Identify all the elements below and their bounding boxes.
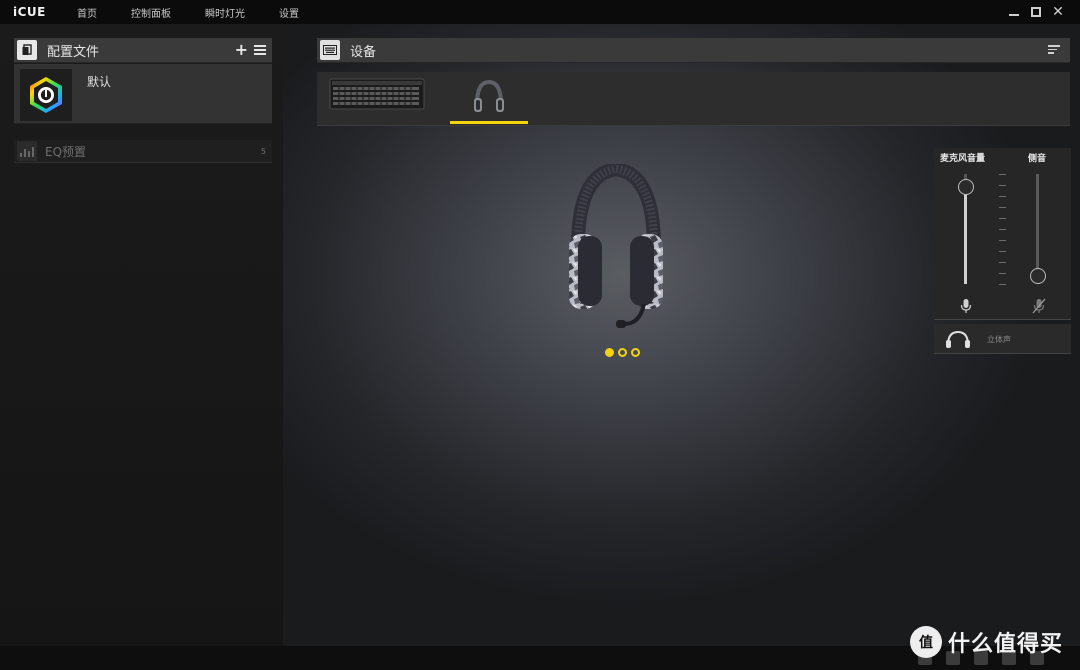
device-tabs (317, 72, 1070, 126)
profile-name: 默认 (87, 75, 112, 89)
stereo-mode-row[interactable]: 立体声 (934, 324, 1071, 354)
app-logo: iCUE (13, 5, 46, 19)
title-bar: iCUE 首页 控制面板 瞬时灯光 设置 ✕ (0, 0, 1080, 24)
mic-volume-ticks (999, 174, 1007, 286)
maximize-icon[interactable] (1030, 6, 1042, 18)
devices-header: 设备 (317, 38, 1070, 63)
mic-volume-slider-thumb[interactable] (958, 179, 974, 196)
nav-item-dashboard[interactable]: 控制面板 (131, 5, 171, 20)
headset-device-image (566, 161, 666, 334)
close-icon[interactable]: ✕ (1052, 5, 1064, 19)
device-tab-keyboard[interactable] (329, 77, 425, 111)
profiles-header: 配置文件 + (14, 38, 272, 63)
plus-icon[interactable]: + (235, 40, 248, 60)
headset-icon (474, 79, 504, 112)
sidetone-slider[interactable] (1036, 174, 1039, 274)
watermark: 值 什么值得买 (910, 626, 1063, 658)
watermark-badge-icon: 值 (910, 626, 942, 658)
mic-volume-tick (999, 229, 1006, 230)
mic-volume-tick (999, 207, 1006, 208)
equalizer-icon (17, 141, 37, 161)
window-controls: ✕ (1008, 0, 1064, 24)
mic-volume-fill (964, 187, 967, 284)
mic-volume-tick (999, 185, 1006, 186)
profiles-title: 配置文件 (47, 44, 100, 60)
eq-presets-label: EQ预置 (45, 144, 87, 159)
mic-volume-tick (999, 273, 1006, 274)
headphones-icon (944, 329, 972, 349)
stereo-label: 立体声 (987, 335, 1011, 344)
profile-files-icon (17, 40, 37, 60)
mic-volume-tick (999, 196, 1006, 197)
devices-panel: 设备 麦克风音量 侧音 立体声 (283, 24, 1080, 646)
mic-volume-tick (999, 262, 1006, 263)
nav-item-settings[interactable]: 设置 (279, 5, 299, 20)
audio-controls-panel: 麦克风音量 侧音 (934, 148, 1071, 320)
mic-volume-tick (999, 174, 1006, 175)
mic-volume-tick (999, 284, 1006, 285)
mic-volume-label: 麦克风音量 (940, 154, 986, 164)
microphone-muted-icon[interactable] (1032, 298, 1046, 314)
svg-text:值: 值 (919, 634, 933, 651)
nav-item-instant-lighting[interactable]: 瞬时灯光 (205, 5, 245, 20)
microphone-icon (960, 298, 972, 314)
profile-item-default[interactable]: 默认 (14, 64, 272, 124)
icue-logo-hexagon-icon (20, 69, 72, 121)
devices-title: 设备 (350, 44, 377, 60)
minimize-icon[interactable] (1008, 6, 1020, 18)
keyboard-icon (320, 40, 340, 60)
watermark-text: 什么值得买 (948, 632, 1064, 657)
keyboard-device-icon (329, 78, 425, 110)
sidetone-label: 侧音 (1028, 154, 1047, 164)
sidetone-slider-thumb[interactable] (1030, 268, 1046, 284)
eq-presets-row[interactable]: EQ预置 5 (14, 140, 272, 163)
selected-tab-indicator (450, 121, 528, 124)
eq-presets-count: 5 (260, 146, 266, 156)
pager-dot-1[interactable] (605, 348, 614, 357)
profiles-panel: 配置文件 + 默认 EQ预置 5 (0, 24, 283, 646)
pager-dot-3[interactable] (631, 348, 640, 357)
pager (605, 348, 640, 357)
mic-volume-tick (999, 218, 1006, 219)
mic-volume-tick (999, 251, 1006, 252)
hamburger-menu-icon[interactable] (254, 40, 266, 60)
nav-item-home[interactable]: 首页 (77, 5, 97, 20)
sort-lines-icon[interactable] (1048, 45, 1060, 55)
pager-dot-2[interactable] (618, 348, 627, 357)
device-tab-headset[interactable] (450, 72, 528, 124)
mic-volume-tick (999, 240, 1006, 241)
